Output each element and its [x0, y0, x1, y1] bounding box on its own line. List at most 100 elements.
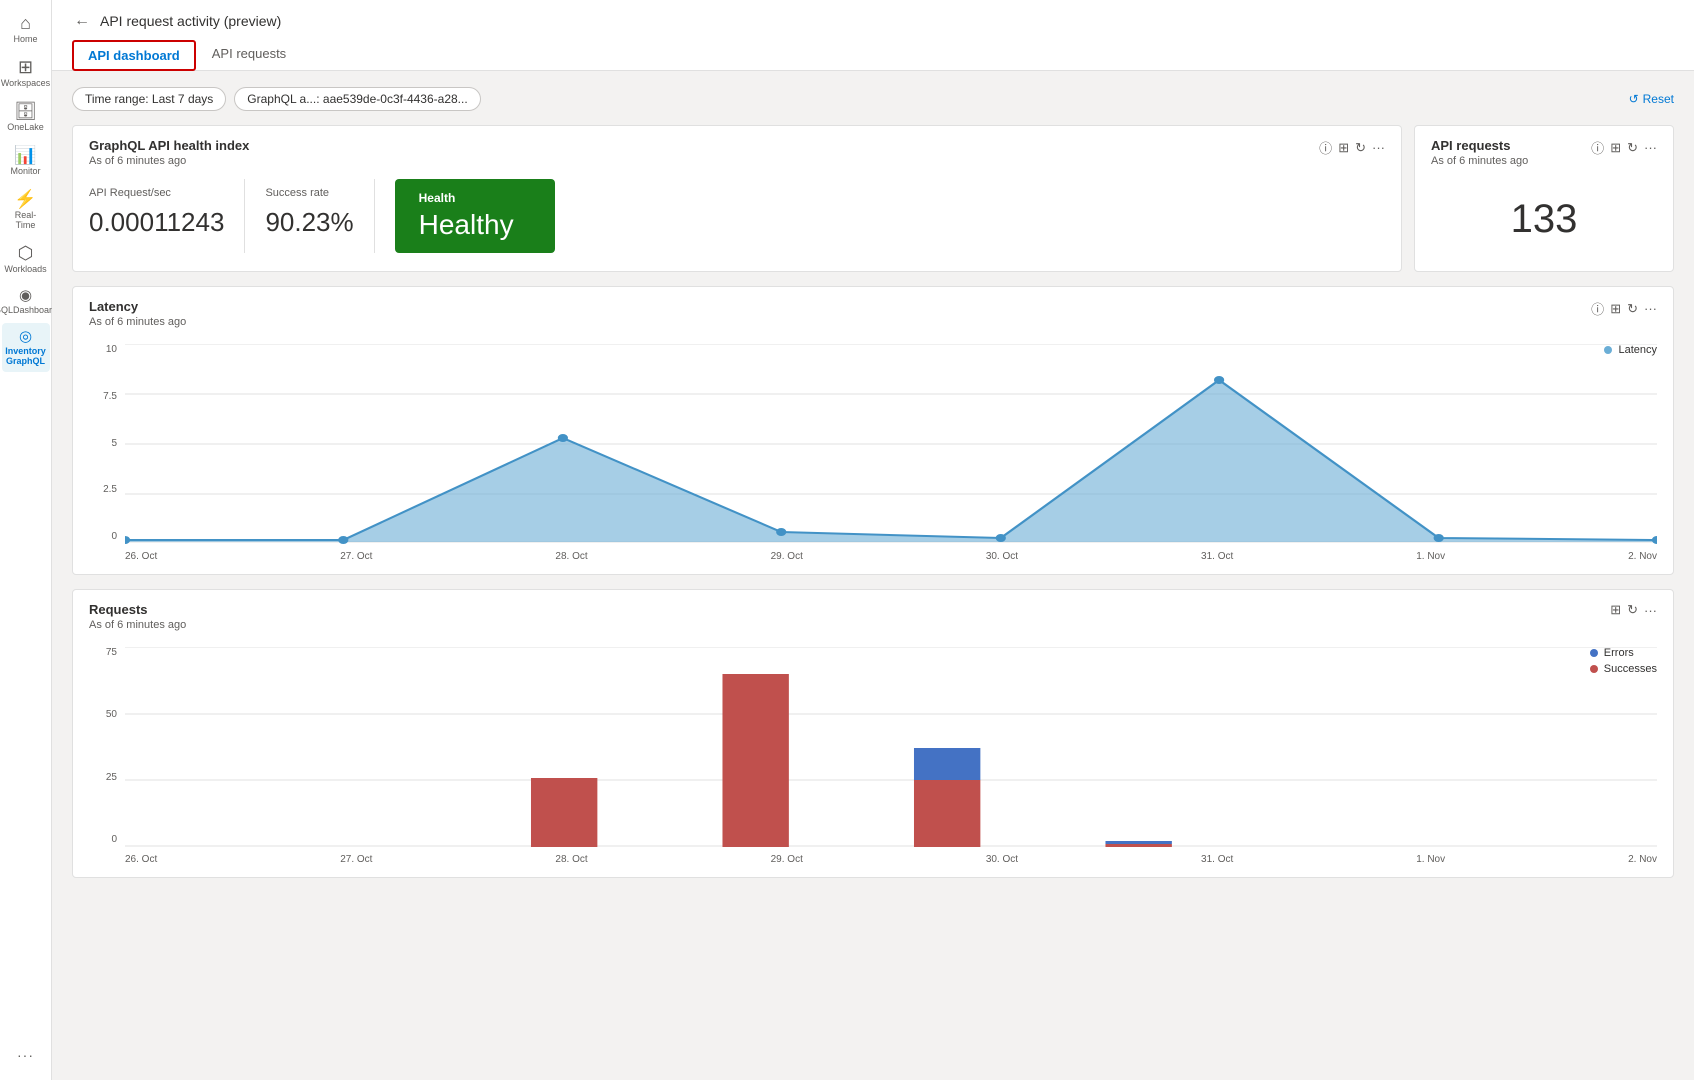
- sidebar-item-home[interactable]: ⌂ Home: [2, 8, 50, 50]
- latency-subtitle: As of 6 minutes ago: [89, 316, 186, 328]
- sidebar-label-workloads: Workloads: [4, 264, 46, 274]
- req-x-label-27oct: 27. Oct: [340, 854, 372, 865]
- more-options-icon[interactable]: ···: [1372, 140, 1385, 155]
- health-card-header: GraphQL API health index As of 6 minutes…: [89, 138, 1385, 179]
- x-label-31oct: 31. Oct: [1201, 551, 1233, 562]
- req-x-label-30oct: 30. Oct: [986, 854, 1018, 865]
- x-label-2nov: 2. Nov: [1628, 551, 1657, 562]
- latency-x-labels: 26. Oct 27. Oct 28. Oct 29. Oct 30. Oct …: [125, 551, 1657, 562]
- errors-legend-item: Errors: [1590, 647, 1657, 659]
- time-range-label: Time range: Last 7 days: [85, 92, 213, 106]
- page-title: API request activity (preview): [100, 13, 281, 29]
- requests-y-axis: 75 50 25 0: [89, 647, 117, 865]
- graphql-filter-label: GraphQL a...: aae539de-0c3f-4436-a28...: [247, 92, 467, 106]
- refresh-icon-4[interactable]: ↻: [1627, 602, 1638, 618]
- workloads-icon: ⬡: [18, 244, 34, 262]
- grid-icon-4[interactable]: ⊞: [1610, 602, 1621, 618]
- health-metrics: API Request/sec 0.00011243 Success rate …: [89, 179, 1385, 253]
- health-card-actions: ⓘ ⊞ ↻ ···: [1319, 138, 1385, 157]
- more-options-icon-4[interactable]: ···: [1644, 603, 1657, 618]
- successes-legend-dot: [1590, 665, 1598, 673]
- more-options-icon-3[interactable]: ···: [1644, 301, 1657, 316]
- graphql-filter[interactable]: GraphQL a...: aae539de-0c3f-4436-a28...: [234, 87, 480, 111]
- requests-subtitle: As of 6 minutes ago: [89, 619, 186, 631]
- req-y-tick-0: 0: [111, 834, 117, 845]
- req-x-label-28oct: 28. Oct: [555, 854, 587, 865]
- inventory-icon: ◎: [19, 329, 32, 344]
- api-request-sec-metric: API Request/sec 0.00011243: [89, 179, 245, 253]
- latency-legend: Latency: [1604, 344, 1657, 356]
- cards-row: GraphQL API health index As of 6 minutes…: [72, 125, 1674, 272]
- errors-legend-dot: [1590, 649, 1598, 657]
- reset-icon: ↺: [1629, 92, 1639, 106]
- sidebar-label-realtime: Real-Time: [6, 210, 46, 230]
- sidebar-item-workloads[interactable]: ⬡ Workloads: [2, 238, 50, 280]
- info-icon[interactable]: ⓘ: [1319, 138, 1332, 157]
- health-index-card: GraphQL API health index As of 6 minutes…: [72, 125, 1402, 272]
- reset-button[interactable]: ↺ Reset: [1629, 92, 1674, 106]
- sidebar-label-workspaces: Workspaces: [1, 78, 50, 88]
- refresh-icon-3[interactable]: ↻: [1627, 301, 1638, 317]
- api-request-sec-value: 0.00011243: [89, 207, 224, 238]
- header: ← API request activity (preview) API das…: [52, 0, 1694, 71]
- health-status-label: Health: [419, 191, 456, 205]
- sidebar-item-realtime[interactable]: ⚡ Real-Time: [2, 184, 50, 236]
- grid-icon-2[interactable]: ⊞: [1610, 140, 1621, 156]
- sidebar-item-workspaces[interactable]: ⊞ Workspaces: [2, 52, 50, 94]
- back-button[interactable]: ←: [72, 10, 92, 32]
- x-label-26oct: 26. Oct: [125, 551, 157, 562]
- requests-x-labels: 26. Oct 27. Oct 28. Oct 29. Oct 30. Oct …: [125, 854, 1657, 865]
- latency-chart-plot: Latency: [125, 344, 1657, 562]
- sidebar-label-inventory: Inventory GraphQL: [5, 346, 46, 366]
- gqldashboard-icon: ◉: [19, 288, 32, 303]
- workspaces-icon: ⊞: [18, 58, 33, 76]
- tab-api-dashboard[interactable]: API dashboard: [72, 40, 196, 71]
- content-area: Time range: Last 7 days GraphQL a...: aa…: [52, 71, 1694, 1080]
- bar-31oct-errors: [1105, 841, 1171, 844]
- refresh-icon-2[interactable]: ↻: [1627, 140, 1638, 156]
- y-tick-0: 0: [111, 531, 117, 542]
- monitor-icon: 📊: [14, 146, 36, 164]
- realtime-icon: ⚡: [14, 190, 36, 208]
- req-y-tick-50: 50: [106, 709, 117, 720]
- more-options-icon-2[interactable]: ···: [1644, 140, 1657, 155]
- refresh-icon[interactable]: ↻: [1355, 140, 1366, 156]
- health-status-value: Healthy: [419, 209, 514, 241]
- x-label-27oct: 27. Oct: [340, 551, 372, 562]
- api-requests-card: API requests As of 6 minutes ago ⓘ ⊞ ↻ ·…: [1414, 125, 1674, 272]
- sidebar-more-button[interactable]: ···: [2, 1042, 50, 1068]
- y-tick-5: 5: [111, 438, 117, 449]
- latency-chart-area: 10 7.5 5 2.5 0 Latency: [89, 344, 1657, 562]
- api-requests-number: 133: [1431, 179, 1657, 259]
- tab-api-requests[interactable]: API requests: [196, 40, 302, 70]
- sidebar-item-onelake[interactable]: 🗄 OneLake: [2, 96, 50, 138]
- y-tick-10: 10: [106, 344, 117, 355]
- sidebar-item-inventory[interactable]: ◎ Inventory GraphQL: [2, 323, 50, 372]
- req-y-tick-25: 25: [106, 772, 117, 783]
- grid-icon-3[interactable]: ⊞: [1610, 301, 1621, 317]
- sidebar-item-monitor[interactable]: 📊 Monitor: [2, 140, 50, 182]
- requests-svg: [125, 647, 1657, 847]
- latency-card-actions: ⓘ ⊞ ↻ ···: [1591, 299, 1657, 318]
- time-range-filter[interactable]: Time range: Last 7 days: [72, 87, 226, 111]
- sidebar-label-home: Home: [13, 34, 37, 44]
- health-status-box: Health Healthy: [395, 179, 555, 253]
- grid-icon[interactable]: ⊞: [1338, 140, 1349, 156]
- reset-label: Reset: [1643, 92, 1674, 106]
- success-rate-metric: Success rate 90.23%: [265, 179, 374, 253]
- req-x-label-2nov: 2. Nov: [1628, 854, 1657, 865]
- sidebar-label-onelake: OneLake: [7, 122, 44, 132]
- latency-chart-card: Latency As of 6 minutes ago ⓘ ⊞ ↻ ··· 10…: [72, 286, 1674, 575]
- latency-title-group: Latency As of 6 minutes ago: [89, 299, 186, 340]
- latency-legend-dot: [1604, 346, 1612, 354]
- latency-svg: [125, 344, 1657, 544]
- sidebar-item-gqldashboard[interactable]: ◉ GQLDashboard: [2, 282, 50, 321]
- info-icon-3[interactable]: ⓘ: [1591, 299, 1604, 318]
- health-card-title-group: GraphQL API health index As of 6 minutes…: [89, 138, 249, 179]
- y-tick-25: 2.5: [103, 484, 117, 495]
- requests-title: Requests: [89, 602, 186, 617]
- info-icon-2[interactable]: ⓘ: [1591, 138, 1604, 157]
- y-tick-75: 7.5: [103, 391, 117, 402]
- latency-title: Latency: [89, 299, 186, 314]
- api-request-sec-label: API Request/sec: [89, 187, 224, 199]
